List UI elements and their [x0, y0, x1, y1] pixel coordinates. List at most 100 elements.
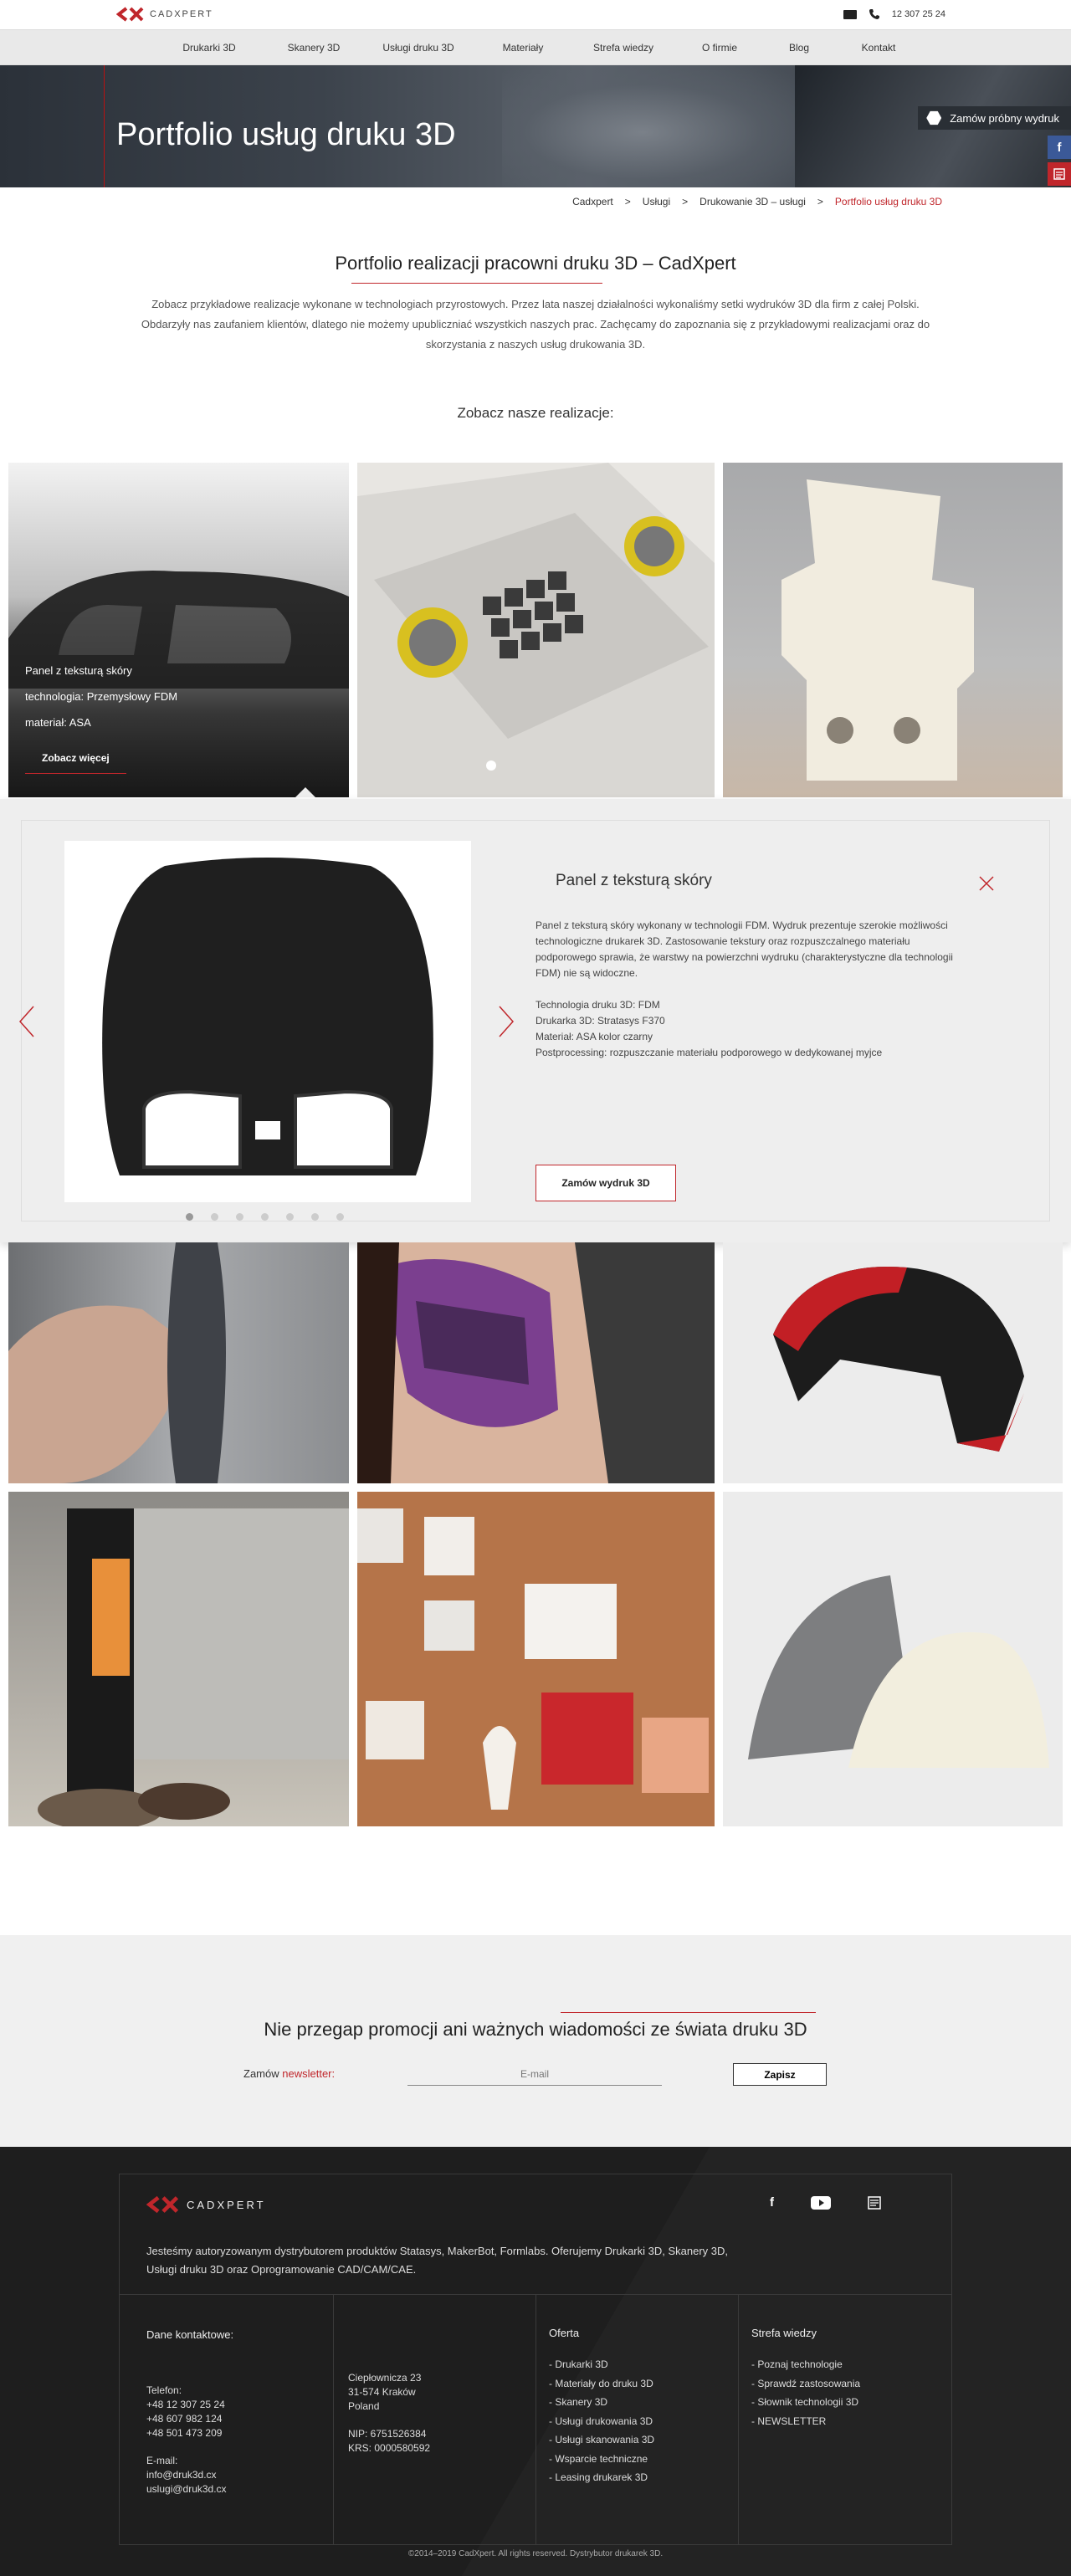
- logo[interactable]: CADXPERT: [116, 7, 213, 22]
- gallery-heading: Zobacz nasze realizacje:: [457, 405, 614, 421]
- project-detail-panel: Panel z teksturą skóry Panel z teksturą …: [0, 799, 1071, 1242]
- logo-mark-icon: [146, 2195, 179, 2214]
- newsletter-title: Nie przegap promocji ani ważnych wiadomo…: [264, 2019, 807, 2040]
- footer-link[interactable]: Poznaj technologie: [751, 2355, 860, 2374]
- gallery-tile-leather-panel[interactable]: Panel z teksturą skóry technologia: Prze…: [8, 463, 349, 797]
- prev-slide-icon[interactable]: [18, 1005, 35, 1038]
- nav-item-about[interactable]: O firmie: [678, 30, 761, 64]
- order-sample-button[interactable]: Zamów próbny wydruk: [918, 106, 1071, 130]
- footer-link[interactable]: Wsparcie techniczne: [549, 2450, 654, 2469]
- slide-dot[interactable]: [261, 1213, 269, 1221]
- facebook-icon[interactable]: f: [1048, 136, 1071, 159]
- next-slide-icon[interactable]: [498, 1005, 515, 1038]
- detail-spec-postprocessing: Postprocessing: rozpuszczanie materiału …: [536, 1047, 883, 1058]
- breadcrumb-separator: >: [682, 196, 689, 207]
- footer-link[interactable]: Materiały do druku 3D: [549, 2374, 654, 2394]
- footer-contact: Dane kontaktowe: Telefon: +48 12 307 25 …: [146, 2328, 233, 2497]
- email-link[interactable]: uslugi@druk3d.cx: [146, 2482, 233, 2497]
- tile-caption-technology: technologia: Przemysłowy FDM: [25, 690, 178, 703]
- detail-description: Panel z teksturą skóry wykonany w techno…: [536, 919, 953, 979]
- phone-number[interactable]: +48 12 307 25 24: [146, 2398, 233, 2412]
- phone-icon[interactable]: [869, 8, 880, 20]
- footer-offer-title: Oferta: [549, 2327, 580, 2339]
- footer-knowledge: Strefa wiedzy Poznaj technologie Sprawdź…: [751, 2326, 860, 2430]
- phone-label: Telefon:: [146, 2384, 182, 2396]
- facebook-icon[interactable]: f: [770, 2195, 774, 2210]
- subscribe-button[interactable]: Zapisz: [733, 2063, 827, 2086]
- gallery-tile-handle[interactable]: [8, 1242, 349, 1483]
- handle-image: [8, 1242, 226, 1483]
- intro-title: Portfolio realizacji pracowni druku 3D –…: [335, 253, 736, 274]
- top-phone-number[interactable]: 12 307 25 24: [892, 9, 945, 19]
- email-link[interactable]: info@druk3d.cx: [146, 2468, 233, 2482]
- breadcrumb-separator: >: [817, 196, 823, 207]
- vehicle-part-image: [357, 463, 715, 797]
- gallery-tile-helmet[interactable]: [723, 1242, 1063, 1483]
- newsletter-label-accent: newsletter:: [282, 2067, 336, 2080]
- gallery-tile-vehicle-part[interactable]: [357, 463, 715, 797]
- gallery-tile-filament[interactable]: [8, 1492, 349, 1826]
- breadcrumb-item[interactable]: Usługi: [643, 196, 670, 207]
- gallery-tile-white-part[interactable]: [723, 463, 1063, 797]
- nav-item-materials[interactable]: Materiały: [477, 30, 569, 64]
- close-icon[interactable]: [977, 874, 996, 893]
- newsletter-label: Zamów newsletter:: [243, 2067, 335, 2080]
- phone-number[interactable]: +48 501 473 209: [146, 2426, 233, 2440]
- top-bar: CADXPERT 12 307 25 24: [0, 0, 1071, 29]
- newsletter-label-prefix: Zamów: [243, 2067, 279, 2080]
- intro-divider: [351, 283, 602, 284]
- footer-logo[interactable]: CADXPERT: [146, 2195, 266, 2214]
- footer-link[interactable]: Skanery 3D: [549, 2393, 654, 2412]
- turbine-image: [748, 1575, 1049, 1768]
- footer-about: Jesteśmy autoryzowanym dystrybutorem pro…: [146, 2245, 729, 2276]
- nav-item-blog[interactable]: Blog: [761, 30, 837, 64]
- footer-link[interactable]: Drukarki 3D: [549, 2355, 654, 2374]
- footer-offer: Oferta Drukarki 3D Materiały do druku 3D…: [549, 2326, 654, 2487]
- nav-item-scanners[interactable]: Skanery 3D: [268, 30, 360, 64]
- detail-body: Panel z teksturą skóry wykonany w techno…: [536, 918, 971, 1061]
- footer-link[interactable]: Leasing drukarek 3D: [549, 2468, 654, 2487]
- slide-dot[interactable]: [286, 1213, 294, 1221]
- footer-link[interactable]: Słownik technologii 3D: [751, 2393, 860, 2412]
- envelope-icon[interactable]: [843, 9, 857, 19]
- nav-item-contact[interactable]: Kontakt: [837, 30, 920, 64]
- footer-link[interactable]: Sprawdź zastosowania: [751, 2374, 860, 2394]
- newsletter-icon[interactable]: [868, 2195, 881, 2210]
- email-label: E-mail:: [146, 2455, 178, 2466]
- slide-dot[interactable]: [236, 1213, 243, 1221]
- newsletter-side-icon[interactable]: [1048, 162, 1071, 186]
- slide-dot[interactable]: [186, 1213, 193, 1221]
- nav-item-printers[interactable]: Drukarki 3D: [151, 30, 268, 64]
- gallery-tile-turbine[interactable]: [723, 1492, 1063, 1826]
- breadcrumb-item[interactable]: Cadxpert: [572, 196, 613, 207]
- intro-text: Zobacz przykładowe realizacje wykonane w…: [141, 298, 930, 351]
- footer-link[interactable]: Usługi drukowania 3D: [549, 2412, 654, 2431]
- slide-dot[interactable]: [311, 1213, 319, 1221]
- see-more-button[interactable]: Zobacz więcej: [25, 742, 126, 774]
- breadcrumb: Cadxpert > Usługi > Drukowanie 3D – usłu…: [572, 196, 942, 207]
- address-line: Ciepłownicza 23: [348, 2372, 422, 2384]
- filament-image: [38, 1508, 349, 1826]
- gallery-tile-mask[interactable]: [357, 1242, 715, 1483]
- phone-number[interactable]: +48 607 982 124: [146, 2412, 233, 2426]
- youtube-icon[interactable]: [811, 2195, 831, 2210]
- breadcrumb-item[interactable]: Drukowanie 3D – usługi: [699, 196, 806, 207]
- footer-link[interactable]: NEWSLETTER: [751, 2412, 860, 2431]
- slide-dot[interactable]: [336, 1213, 344, 1221]
- helmet-image: [773, 1267, 1024, 1452]
- hero-banner: Portfolio usług druku 3D: [0, 65, 1071, 187]
- order-print-button[interactable]: Zamów wydruk 3D: [536, 1165, 676, 1201]
- detail-image: [64, 841, 471, 1202]
- hero-accent-line: [104, 65, 105, 187]
- footer-link[interactable]: Usługi skanowania 3D: [549, 2430, 654, 2450]
- parts-image: [357, 1508, 709, 1810]
- hexagon-icon: [926, 110, 942, 125]
- footer-knowledge-title: Strefa wiedzy: [751, 2327, 817, 2339]
- copyright: ©2014–2019 CadXpert. All rights reserved…: [407, 2549, 664, 2558]
- nav-item-print-services[interactable]: Usługi druku 3D: [360, 30, 477, 64]
- slide-dot[interactable]: [211, 1213, 218, 1221]
- footer-contact-title: Dane kontaktowe:: [146, 2328, 234, 2341]
- newsletter-email-input[interactable]: [407, 2062, 662, 2086]
- gallery-tile-parts[interactable]: [357, 1492, 715, 1826]
- nav-item-knowledge[interactable]: Strefa wiedzy: [569, 30, 678, 64]
